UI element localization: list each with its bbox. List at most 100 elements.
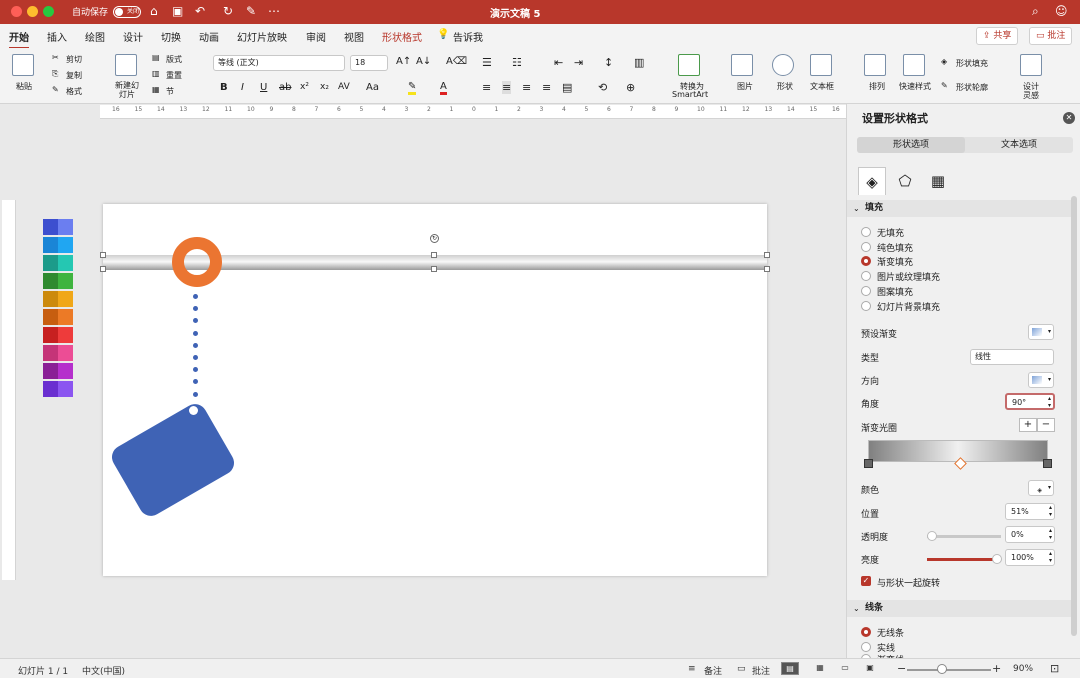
notes-icon[interactable]: ≡ (688, 664, 696, 674)
reset-button[interactable]: 重置 (166, 70, 182, 81)
resize-handle[interactable] (100, 266, 106, 272)
shape-outline-icon[interactable]: ✎ (941, 81, 948, 90)
resize-handle[interactable] (100, 252, 106, 258)
type-select[interactable]: 线性 (970, 349, 1054, 365)
color-swatch[interactable] (43, 309, 73, 325)
distribute-icon[interactable]: ▤ (562, 81, 572, 94)
font-shrink-icon[interactable]: A↓ (416, 56, 431, 67)
tab-text-options[interactable]: 文本选项 (965, 137, 1073, 153)
copy-icon[interactable]: ⎘ (52, 69, 58, 79)
text-direction-icon[interactable]: ⟲ (598, 81, 607, 94)
size-properties-icon[interactable]: ▦ (924, 167, 952, 195)
tab-review[interactable]: 审阅 (306, 29, 326, 44)
radio-solid-fill[interactable] (861, 242, 871, 252)
notes-button[interactable]: 备注 (704, 664, 722, 677)
shape-fill-button[interactable]: 形状填充 (956, 58, 988, 69)
minimize-window-button[interactable] (27, 6, 38, 17)
align-text-icon[interactable]: ⊕ (626, 81, 635, 94)
resize-handle[interactable] (764, 252, 770, 258)
zoom-out-icon[interactable]: − (897, 662, 906, 675)
transparency-slider-knob[interactable] (927, 531, 937, 541)
tab-slideshow[interactable]: 幻灯片放映 (237, 29, 287, 44)
undo-icon[interactable]: ↶ (195, 4, 205, 19)
color-swatch[interactable] (43, 291, 73, 307)
radio-no-fill[interactable] (861, 227, 871, 237)
highlight-icon[interactable]: ✎ (408, 81, 417, 95)
language-indicator[interactable]: 中文(中国) (82, 664, 125, 677)
tab-animations[interactable]: 动画 (199, 29, 219, 44)
color-swatch[interactable] (43, 255, 73, 271)
resize-handle[interactable] (431, 252, 437, 258)
textbox-icon[interactable] (810, 54, 832, 76)
color-swatch[interactable] (43, 363, 73, 379)
lightbulb-icon[interactable]: 💡 (437, 29, 449, 40)
char-spacing-icon[interactable]: AV (338, 82, 350, 92)
copy-button[interactable]: 复制 (66, 70, 82, 81)
more-icon[interactable]: ⋯ (268, 4, 280, 19)
radio-slide-bg-fill[interactable] (861, 301, 871, 311)
zoom-slider[interactable] (907, 669, 991, 671)
layout-icon[interactable]: ▤ (152, 53, 160, 62)
align-left-icon[interactable]: ≡ (482, 81, 491, 94)
cut-icon[interactable]: ✂ (52, 53, 59, 62)
transparency-slider[interactable] (927, 535, 1001, 538)
align-center-icon[interactable]: ≡ (502, 81, 512, 94)
line-spacing-icon[interactable]: ↕ (604, 56, 613, 69)
quick-styles-icon[interactable] (903, 54, 925, 76)
tab-insert[interactable]: 插入 (47, 29, 67, 44)
close-icon[interactable]: ✕ (1063, 112, 1075, 124)
arrange-button[interactable]: 排列 (869, 81, 885, 92)
tab-draw[interactable]: 绘图 (85, 29, 105, 44)
radio-solid-line[interactable] (861, 642, 871, 652)
zoom-window-button[interactable] (43, 6, 54, 17)
tab-tell-me[interactable]: 告诉我 (453, 29, 483, 44)
rotate-handle[interactable]: ↻ (430, 234, 439, 243)
radio-pattern-fill[interactable] (861, 286, 871, 296)
angle-input[interactable]: 90° ▴ ▾ (1005, 393, 1055, 410)
change-case-icon[interactable]: Aa (366, 82, 379, 93)
section-icon[interactable]: ▦ (152, 85, 160, 94)
save-icon[interactable]: ▣ (172, 4, 183, 19)
direction-button[interactable]: ▾ (1028, 372, 1054, 388)
italic-icon[interactable]: I (241, 82, 244, 93)
comments-icon[interactable]: ▭ (737, 664, 746, 674)
comments-button[interactable]: 批注 (752, 664, 770, 677)
comment-button[interactable]: ▭ 批注 (1029, 27, 1073, 45)
shape-outline-button[interactable]: 形状轮廓 (956, 82, 988, 93)
zoom-slider-knob[interactable] (937, 664, 947, 674)
color-swatch[interactable] (43, 345, 73, 361)
textbox-button[interactable]: 文本框 (810, 81, 834, 92)
tab-shape-options[interactable]: 形状选项 (857, 137, 965, 153)
stepper-icon[interactable]: ▴ ▾ (1048, 395, 1051, 409)
quick-styles-button[interactable]: 快速样式 (899, 81, 931, 92)
line-section-header[interactable]: ⌄ 线条 (847, 600, 1071, 617)
layout-button[interactable]: 版式 (166, 54, 182, 65)
outdent-icon[interactable]: ⇤ (554, 56, 563, 69)
fill-section-header[interactable]: ⌄ 填充 (847, 200, 1071, 217)
reset-icon[interactable]: ▥ (152, 69, 160, 78)
edit-icon[interactable]: ✎ (246, 4, 256, 19)
font-name-select[interactable]: 等线 (正文) (213, 55, 345, 71)
align-right-icon[interactable]: ≡ (522, 81, 531, 94)
brightness-slider-knob[interactable] (992, 554, 1002, 564)
design-ideas-label-2[interactable]: 灵感 (1023, 90, 1039, 101)
shape-fill-icon[interactable]: ◈ (941, 57, 947, 66)
redo-icon[interactable]: ↻ (223, 4, 233, 19)
font-grow-icon[interactable]: A↑ (396, 56, 411, 67)
tab-home[interactable]: 开始 (9, 29, 29, 49)
fill-line-icon[interactable]: ◈ (858, 167, 886, 195)
new-slide-button[interactable]: 新建幻灯片 (112, 81, 142, 99)
stepper-icon[interactable]: ▴ ▾ (1049, 504, 1052, 518)
underline-icon[interactable]: U (260, 82, 267, 93)
superscript-icon[interactable]: x² (300, 82, 309, 92)
account-icon[interactable]: ☺ (1055, 4, 1068, 19)
font-color-icon[interactable]: A (440, 81, 447, 95)
color-swatch[interactable] (43, 327, 73, 343)
home-icon[interactable]: ⌂ (150, 4, 158, 19)
orange-ring-shape[interactable] (172, 237, 222, 287)
smartart-icon[interactable] (678, 54, 700, 76)
arrange-icon[interactable] (864, 54, 886, 76)
fit-slide-icon[interactable]: ⊡ (1050, 662, 1059, 675)
picture-button[interactable]: 图片 (737, 81, 753, 92)
share-button[interactable]: ⇪ 共享 (976, 27, 1019, 45)
